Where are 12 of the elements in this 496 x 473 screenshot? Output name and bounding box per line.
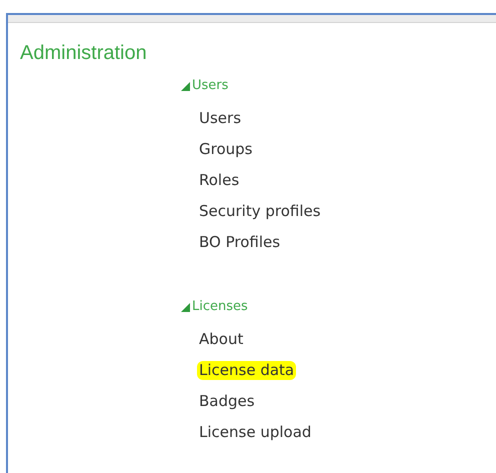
triangle-down-icon [181,302,190,312]
menu-link[interactable]: BO Profiles [199,233,280,252]
menu-link[interactable]: About [199,330,244,349]
menu-link[interactable]: License data [197,361,296,380]
menu-link[interactable]: Badges [199,392,255,411]
menu-link[interactable]: Security profiles [199,202,321,221]
menu-link[interactable]: Groups [199,140,252,159]
triangle-down-icon [181,82,190,90]
menu-link[interactable]: Roles [199,171,240,190]
page-title: Administration [20,41,147,65]
menu-link[interactable]: License upload [199,423,312,442]
menu-link[interactable]: Users [199,109,242,128]
